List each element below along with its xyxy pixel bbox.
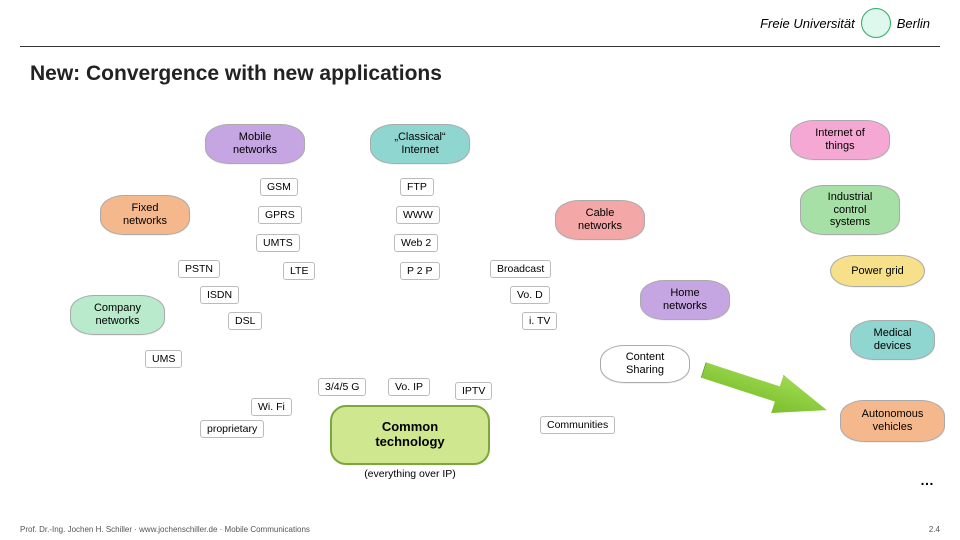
university-logo: Freie Universität Berlin — [760, 8, 930, 38]
chip-p2p: P 2 P — [400, 262, 440, 280]
cloud-classical-internet: „Classical“Internet — [370, 124, 470, 164]
chip-lte: LTE — [283, 262, 315, 280]
chip-pstn: PSTN — [178, 260, 220, 278]
cloud-internet-of-things: Internet ofthings — [790, 120, 890, 160]
cloud-mobile-networks: Mobilenetworks — [205, 124, 305, 164]
logo-text: Freie Universität — [760, 16, 855, 31]
chip-345g: 3/4/5 G — [318, 378, 366, 396]
box-common-technology: Commontechnology — [330, 405, 490, 465]
chip-broadcast: Broadcast — [490, 260, 551, 278]
slide-title: New: Convergence with new applications — [30, 62, 442, 86]
cloud-cable-networks: Cablenetworks — [555, 200, 645, 240]
cloud-fixed-networks: Fixednetworks — [100, 195, 190, 235]
cloud-industrial-control-systems: Industrialcontrolsystems — [800, 185, 900, 235]
slide-footer: Prof. Dr.-Ing. Jochen H. Schiller · www.… — [20, 525, 940, 534]
ellipsis-more: … — [920, 472, 934, 488]
arrow-to-autonomous-icon — [697, 351, 833, 429]
cloud-content-sharing: ContentSharing — [600, 345, 690, 383]
cloud-medical-devices: Medicaldevices — [850, 320, 935, 360]
cloud-company-networks: Companynetworks — [70, 295, 165, 335]
chip-isdn: ISDN — [200, 286, 239, 304]
chip-gprs: GPRS — [258, 206, 302, 224]
chip-vod: Vo. D — [510, 286, 550, 304]
chip-voip: Vo. IP — [388, 378, 430, 396]
chip-ftp: FTP — [400, 178, 434, 196]
chip-dsl: DSL — [228, 312, 262, 330]
chip-web2: Web 2 — [394, 234, 438, 252]
logo-seal-icon — [861, 8, 891, 38]
footer-right: 2.4 — [929, 525, 940, 534]
chip-umts: UMTS — [256, 234, 300, 252]
chip-proprietary: proprietary — [200, 420, 264, 438]
chip-itv: i. TV — [522, 312, 557, 330]
footer-left: Prof. Dr.-Ing. Jochen H. Schiller · www.… — [20, 525, 310, 534]
chip-iptv: IPTV — [455, 382, 492, 400]
chip-communities: Communities — [540, 416, 615, 434]
chip-ums: UMS — [145, 350, 182, 368]
chip-www: WWW — [396, 206, 440, 224]
cloud-autonomous-vehicles: Autonomousvehicles — [840, 400, 945, 442]
common-technology-subtitle: (everything over IP) — [330, 468, 490, 480]
chip-wifi: Wi. Fi — [251, 398, 292, 416]
cloud-home-networks: Homenetworks — [640, 280, 730, 320]
header-divider — [20, 46, 940, 47]
cloud-power-grid: Power grid — [830, 255, 925, 287]
common-technology-title: Commontechnology — [375, 420, 444, 450]
logo-suffix: Berlin — [897, 16, 930, 31]
chip-gsm: GSM — [260, 178, 298, 196]
